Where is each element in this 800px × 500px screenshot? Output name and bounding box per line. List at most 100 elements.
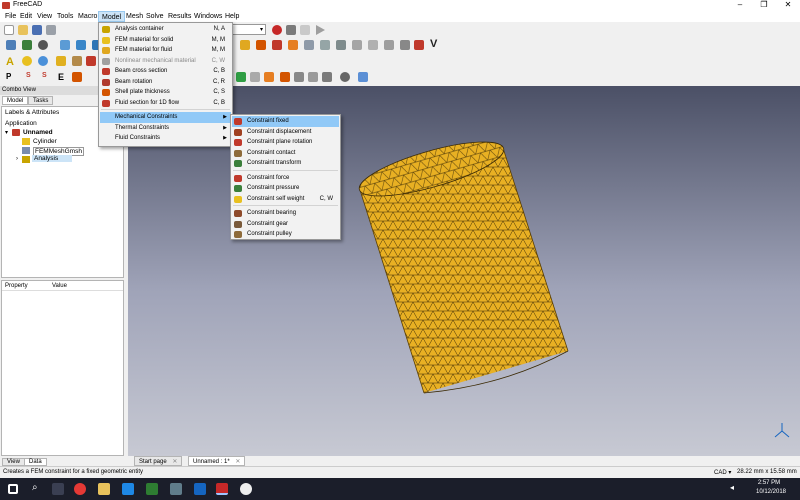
start-icon[interactable] xyxy=(8,484,18,494)
menu-item-thermal-constraints[interactable]: Thermal Constraints ▶ xyxy=(100,123,231,134)
menu-item-fem-material-for-solid[interactable]: FEM material for solid M, M xyxy=(100,35,231,46)
app2-icon[interactable] xyxy=(170,483,182,495)
submenu-item-constraint-plane-rotation[interactable]: Constraint plane rotation xyxy=(232,137,339,148)
minimize-button[interactable]: – xyxy=(728,0,752,11)
scalar-clip-icon[interactable] xyxy=(294,72,304,82)
open-file-icon[interactable] xyxy=(18,25,28,35)
menu-item-mechanical-constraints[interactable]: Mechanical Constraints ▶ xyxy=(100,112,231,123)
result-show-icon[interactable] xyxy=(358,72,368,82)
run-macro-icon[interactable] xyxy=(316,25,325,35)
print-icon[interactable] xyxy=(46,25,56,35)
chrome-icon[interactable] xyxy=(74,483,86,495)
submenu-item-constraint-force[interactable]: Constraint force xyxy=(232,173,339,184)
close-button[interactable]: ✕ xyxy=(776,0,800,11)
stress-icon[interactable]: S xyxy=(42,72,47,79)
text-annotation-icon[interactable]: A xyxy=(6,56,14,68)
cut-icon[interactable] xyxy=(322,72,332,82)
submenu-item-constraint-pulley[interactable]: Constraint pulley xyxy=(232,229,339,240)
fit-all-icon[interactable] xyxy=(6,40,16,50)
menu-item-beam-cross-section[interactable]: Beam cross section C, B xyxy=(100,66,231,77)
tab-data[interactable]: Data xyxy=(24,458,47,466)
menu-solve[interactable]: Solve xyxy=(143,11,167,22)
constraint-force-toolbar-icon[interactable] xyxy=(288,40,298,50)
task-view-icon[interactable] xyxy=(52,483,64,495)
mesh-boundary-icon[interactable] xyxy=(336,40,346,50)
macros-icon[interactable] xyxy=(300,25,310,35)
tab-tasks[interactable]: Tasks xyxy=(28,96,54,105)
menu-item-fluid-constraints[interactable]: Fluid Constraints ▶ xyxy=(100,133,231,144)
tree-document[interactable]: Unnamed xyxy=(23,129,53,136)
save-icon[interactable] xyxy=(32,25,42,35)
new-file-icon[interactable] xyxy=(4,25,14,35)
expand-icon[interactable]: ▾ xyxy=(5,129,8,136)
pes-icon[interactable]: P xyxy=(6,72,11,81)
record-macro-icon[interactable] xyxy=(272,25,282,35)
section-icon[interactable] xyxy=(72,56,82,66)
menu-macro[interactable]: Macro xyxy=(75,11,100,22)
menu-model[interactable]: Model xyxy=(98,11,126,22)
tree-item-cylinder[interactable]: Cylinder xyxy=(33,138,57,145)
close-tab-icon[interactable]: ✕ xyxy=(235,459,240,465)
tab-model[interactable]: Model xyxy=(2,96,29,105)
submenu-item-constraint-gear[interactable]: Constraint gear xyxy=(232,219,339,230)
warp-icon[interactable] xyxy=(308,72,318,82)
analysis-toolbar-icon[interactable] xyxy=(240,40,250,50)
menu-edit[interactable]: Edit xyxy=(17,11,35,22)
beam-icon[interactable] xyxy=(56,56,66,66)
sum-icon[interactable]: S xyxy=(26,72,31,79)
material-toolbar-icon[interactable] xyxy=(256,40,266,50)
mesh-toolbar-icon[interactable] xyxy=(304,40,314,50)
edge-icon[interactable] xyxy=(122,483,134,495)
sphere-icon[interactable] xyxy=(22,56,32,66)
menu-item-beam-rotation[interactable]: Beam rotation C, R xyxy=(100,77,231,88)
pipeline-icon[interactable] xyxy=(264,72,274,82)
draw-style-icon[interactable] xyxy=(38,40,48,50)
tab-view[interactable]: View xyxy=(2,458,25,466)
isometric-view-icon[interactable] xyxy=(60,40,70,50)
solver-v-icon[interactable]: V xyxy=(430,38,437,50)
nav-style[interactable]: CAD ▾ xyxy=(714,469,731,476)
stop-macro-icon[interactable] xyxy=(286,25,296,35)
fluid-icon[interactable] xyxy=(72,72,82,82)
mesh-clear-icon[interactable] xyxy=(400,40,410,50)
fit-selection-icon[interactable] xyxy=(22,40,32,50)
tree-item-analysis[interactable]: Analysis xyxy=(32,155,73,162)
maximize-button[interactable]: ❐ xyxy=(752,0,776,11)
submenu-item-constraint-transform[interactable]: Constraint transform xyxy=(232,158,339,169)
tab-start-page[interactable]: Start page ✕ xyxy=(134,456,183,466)
clip-icon[interactable] xyxy=(280,72,290,82)
contact-icon[interactable] xyxy=(86,56,96,66)
search-icon[interactable]: ⌕ xyxy=(32,482,38,493)
mesh-group-icon[interactable] xyxy=(352,40,362,50)
front-view-icon[interactable] xyxy=(76,40,86,50)
app3-icon[interactable] xyxy=(240,483,252,495)
tab-unnamed[interactable]: Unnamed : 1* ✕ xyxy=(188,456,246,466)
word-icon[interactable] xyxy=(194,483,206,495)
mesh-gmsh-icon[interactable] xyxy=(384,40,394,50)
submenu-item-constraint-displacement[interactable]: Constraint displacement xyxy=(232,127,339,138)
mesh-region-icon[interactable] xyxy=(320,40,330,50)
probe-icon[interactable] xyxy=(340,72,350,82)
grid-icon[interactable] xyxy=(250,72,260,82)
menu-item-fluid-section-for-1d-flow[interactable]: Fluid section for 1D flow C, B xyxy=(100,98,231,109)
menu-item-analysis-container[interactable]: Analysis container N, A xyxy=(100,24,231,35)
submenu-item-constraint-contact[interactable]: Constraint contact xyxy=(232,148,339,159)
submenu-item-constraint-bearing[interactable]: Constraint bearing xyxy=(232,208,339,219)
solver-calculix-icon[interactable] xyxy=(414,40,424,50)
menu-item-fem-material-for-fluid[interactable]: FEM material for fluid M, M xyxy=(100,45,231,56)
app-icon[interactable] xyxy=(146,483,158,495)
menu-results[interactable]: Results xyxy=(165,11,194,22)
constraint-fixed-toolbar-icon[interactable] xyxy=(272,40,282,50)
workbench-selector[interactable]: ▾ xyxy=(230,24,266,35)
material-sphere-icon[interactable] xyxy=(38,56,48,66)
menu-windows[interactable]: Windows xyxy=(191,11,225,22)
submenu-item-constraint-self-weight[interactable]: Constraint self weight C, W xyxy=(232,194,339,205)
submenu-item-constraint-pressure[interactable]: Constraint pressure xyxy=(232,183,339,194)
file-explorer-icon[interactable] xyxy=(98,483,110,495)
mesh-netgen-icon[interactable] xyxy=(368,40,378,50)
menu-view[interactable]: View xyxy=(34,11,55,22)
collapsed-icon[interactable]: › xyxy=(16,156,18,162)
volume-icon[interactable]: ◂ xyxy=(730,483,740,493)
close-tab-icon[interactable]: ✕ xyxy=(172,459,177,465)
elastic-icon[interactable]: E xyxy=(58,72,64,82)
